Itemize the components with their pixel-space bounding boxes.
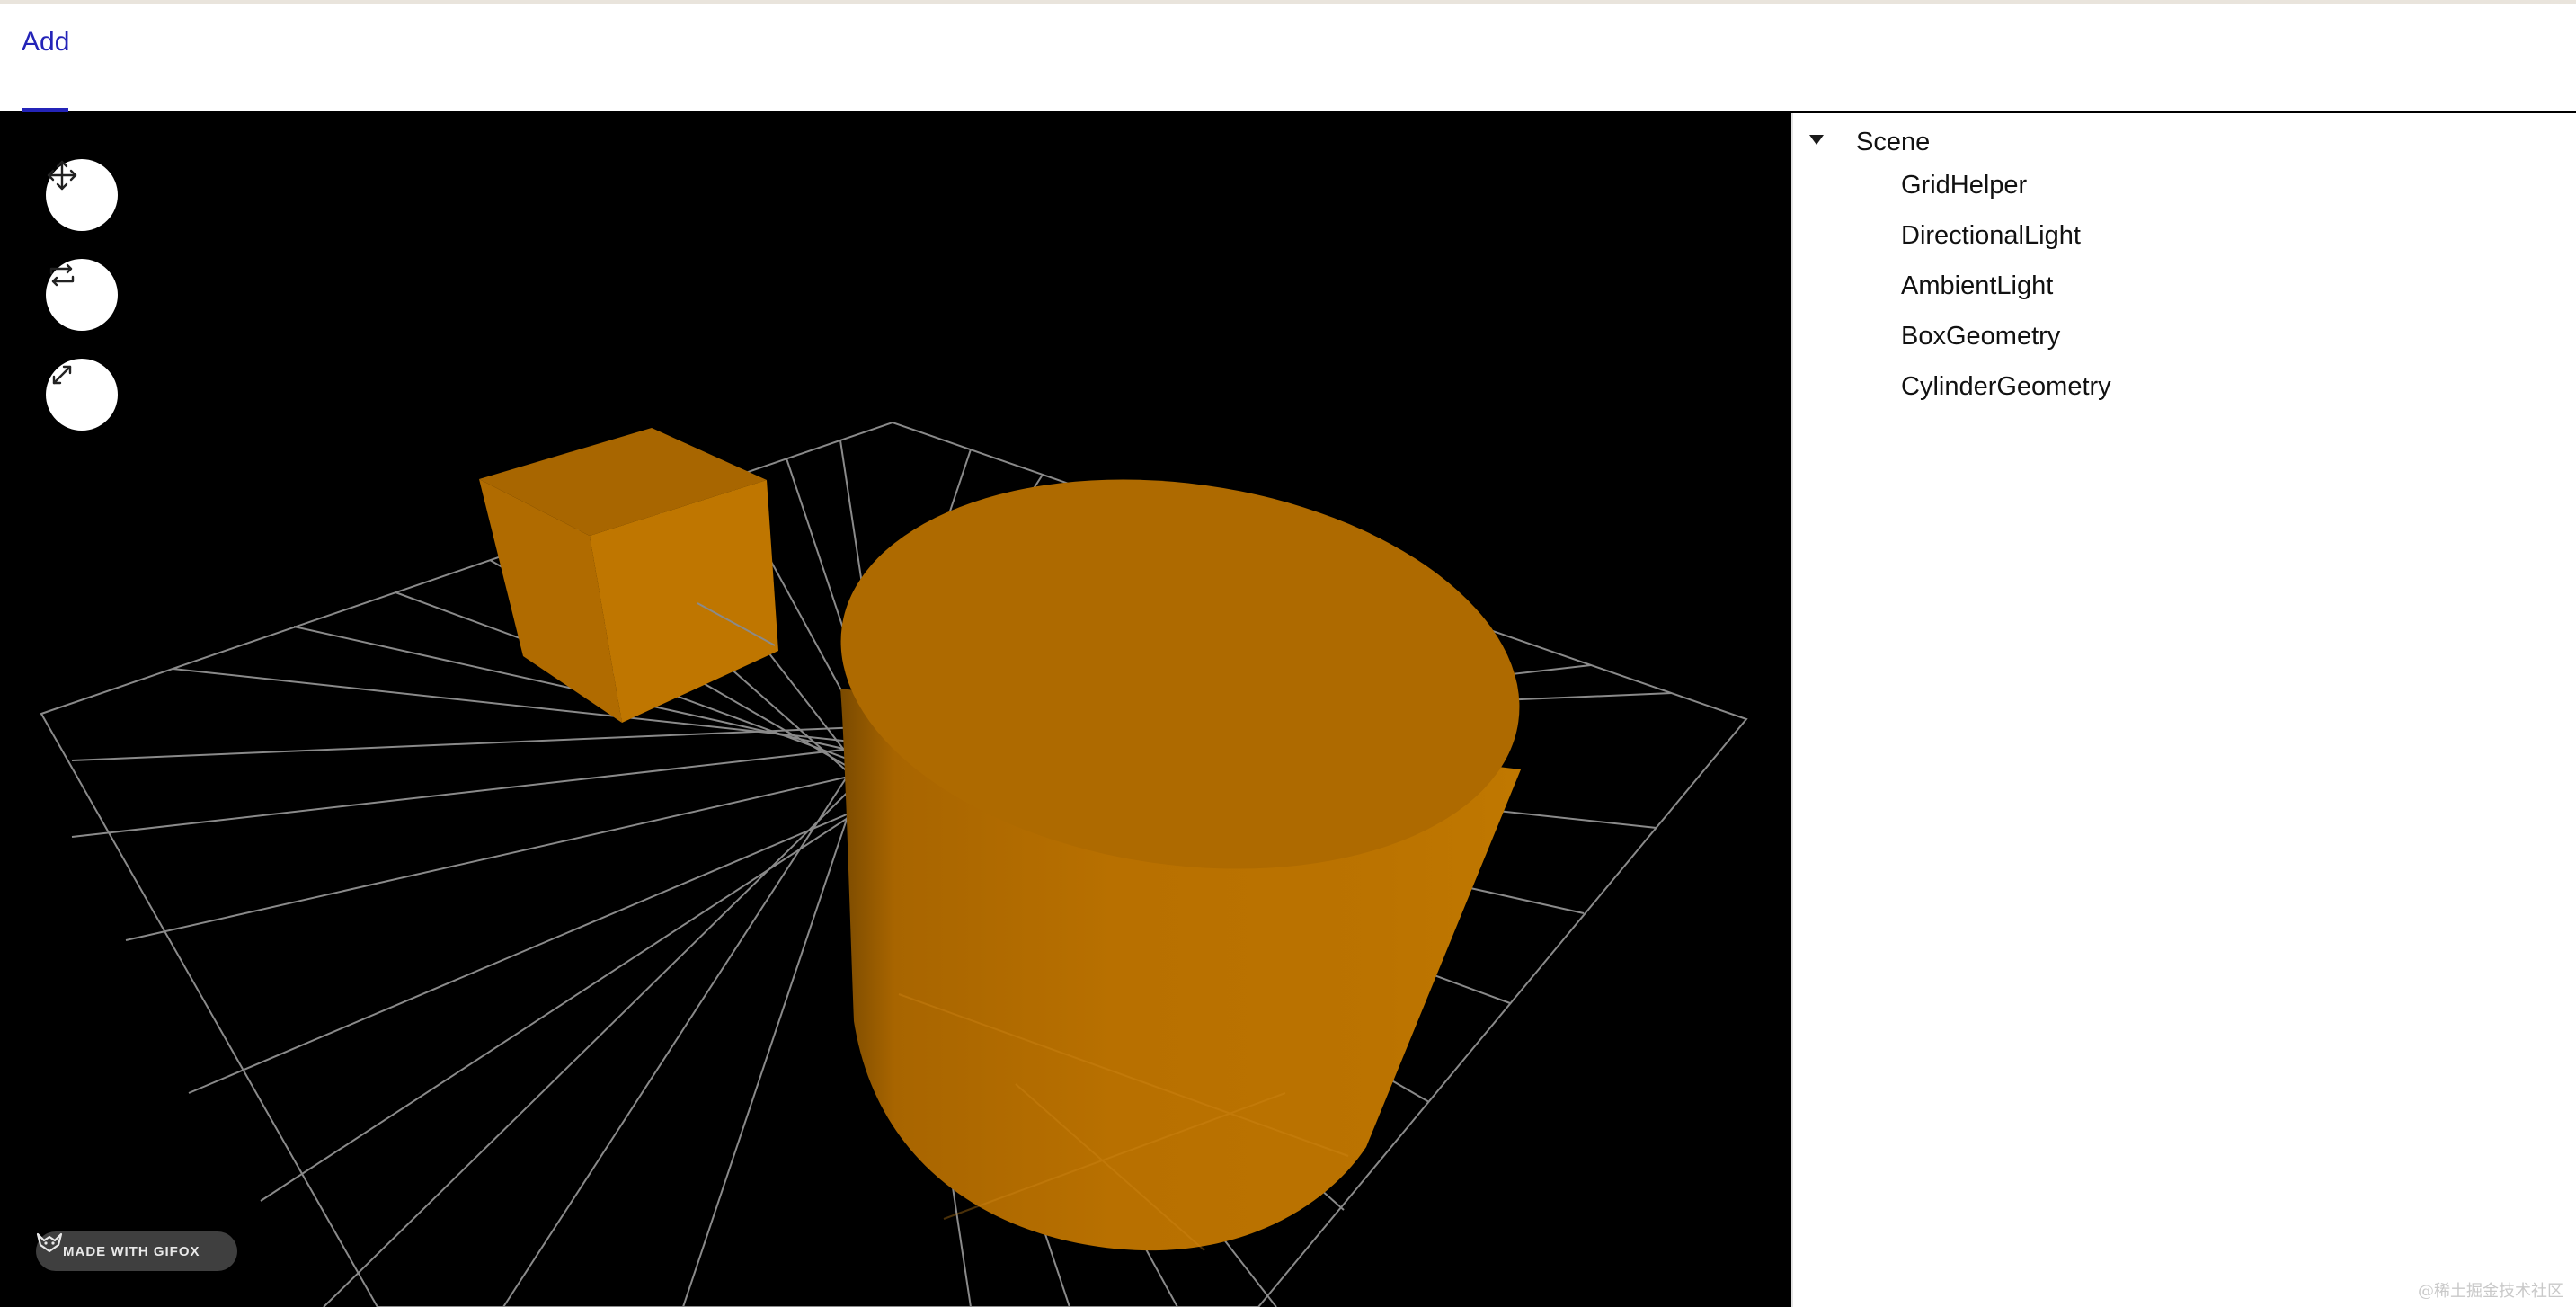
fox-logo-icon [36, 1232, 63, 1253]
tree-node-scene[interactable]: Scene [1793, 120, 2566, 162]
tree-node-label: Scene [1856, 128, 1931, 156]
move-arrows-icon [47, 160, 77, 191]
badge-label: MADE WITH GIFOX [63, 1243, 200, 1259]
tree-item-label: GridHelper [1901, 171, 2028, 200]
tree-children: GridHelper DirectionalLight AmbientLight… [1793, 162, 2566, 413]
tree-item-boxgeometry[interactable]: BoxGeometry [1793, 313, 2566, 363]
scene-outliner: Scene GridHelper DirectionalLight Ambien… [1791, 113, 2576, 1307]
tree-item-label: DirectionalLight [1901, 221, 2081, 250]
tree-item-label: AmbientLight [1901, 271, 2054, 300]
caret-down-icon[interactable] [1809, 135, 1824, 145]
tree-item-cylindergeometry[interactable]: CylinderGeometry [1793, 363, 2566, 413]
rotate-mode-button[interactable] [46, 259, 118, 331]
tree-item-gridhelper[interactable]: GridHelper [1793, 162, 2566, 212]
tree-item-label: BoxGeometry [1901, 322, 2061, 351]
translate-mode-button[interactable] [46, 159, 118, 231]
cylinder-geometry[interactable] [815, 438, 1545, 1251]
tab-add[interactable]: Add [22, 27, 69, 58]
tree-item-ambientlight[interactable]: AmbientLight [1793, 262, 2566, 313]
menu-bar: Add [0, 4, 2576, 113]
3d-viewport[interactable]: MADE WITH GIFOX [0, 113, 1791, 1307]
tab-add-indicator [22, 108, 68, 112]
scale-arrows-icon [52, 365, 72, 385]
gifox-badge: MADE WITH GIFOX [36, 1231, 237, 1271]
tree-item-label: CylinderGeometry [1901, 372, 2111, 401]
rotate-arrows-icon [49, 263, 75, 287]
tree-item-directionallight[interactable]: DirectionalLight [1793, 212, 2566, 262]
watermark: @稀土掘金技术社区 [2418, 1282, 2563, 1301]
scene-render [40, 421, 1748, 1307]
scale-mode-button[interactable] [46, 359, 118, 431]
